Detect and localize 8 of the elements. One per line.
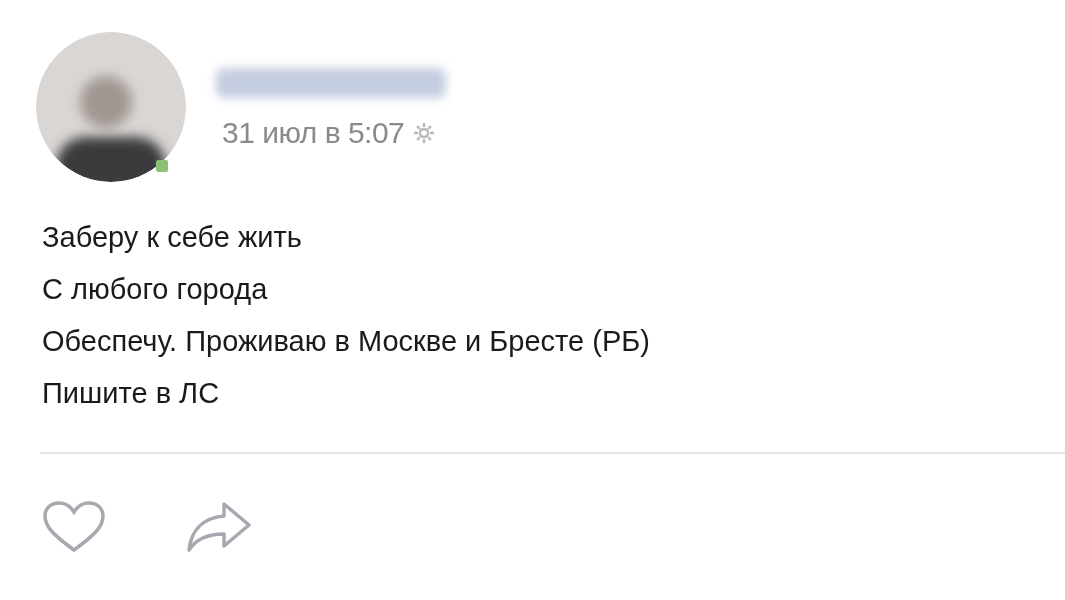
post-text-line: Пишите в ЛС: [42, 376, 221, 411]
share-arrow-icon[interactable]: [186, 501, 252, 553]
post-date: 31 июл в 5:07: [222, 115, 405, 151]
settings-icon[interactable]: [412, 120, 437, 145]
post-text-line: С любого города: [42, 272, 269, 307]
heart-icon[interactable]: [42, 500, 106, 554]
post-text-line: Обеспечу. Проживаю в Москве и Бресте (РБ): [42, 324, 651, 359]
post-text-line: Заберу к себе жить: [42, 220, 303, 255]
